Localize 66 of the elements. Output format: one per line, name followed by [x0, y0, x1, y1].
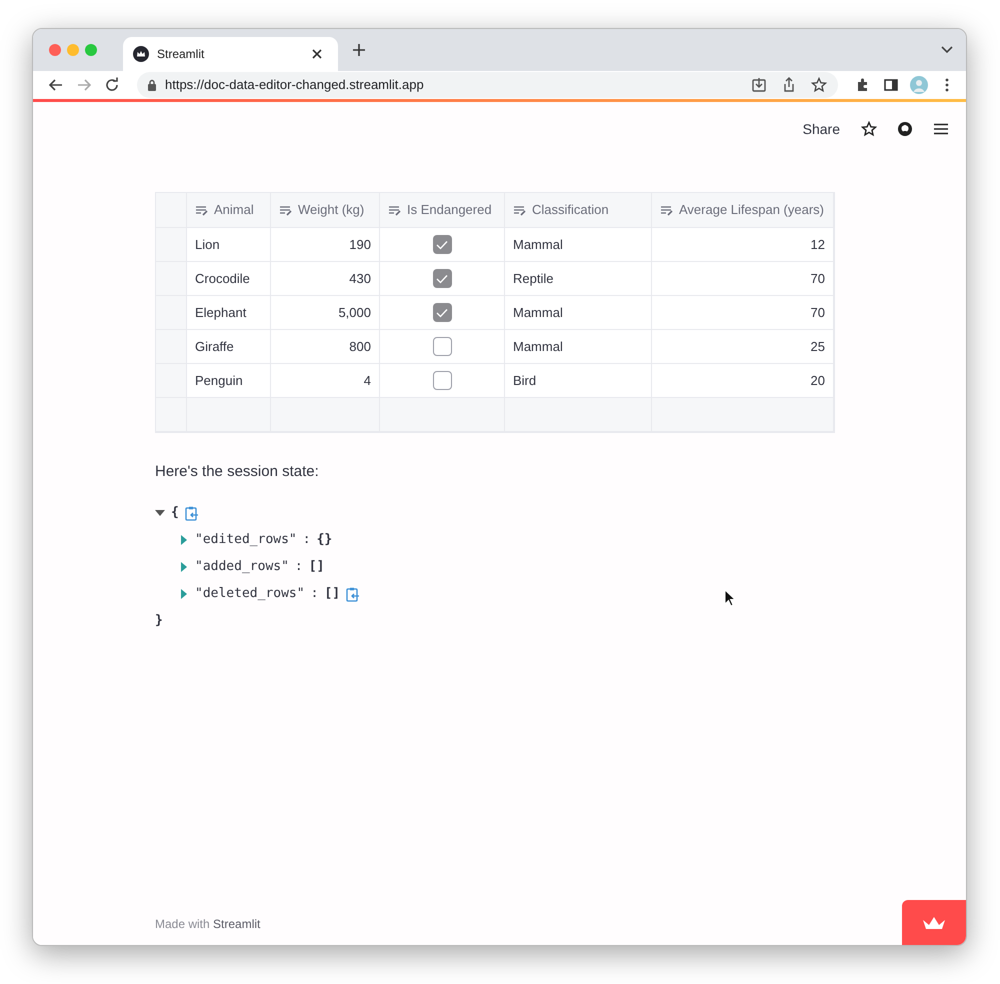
table-cell: Crocodile: [187, 262, 271, 296]
checkbox[interactable]: [432, 235, 452, 254]
checkbox[interactable]: [432, 371, 452, 390]
expand-triangle-icon[interactable]: [179, 589, 189, 599]
column-header[interactable]: Classification: [505, 193, 652, 228]
avatar-icon[interactable]: [908, 74, 930, 96]
table-cell: Lion: [187, 228, 271, 262]
table-cell: Mammal: [505, 228, 652, 262]
edit-column-icon: [660, 204, 673, 216]
json-colon: :: [302, 531, 311, 550]
edit-column-icon: [195, 204, 208, 216]
table-cell: 70: [652, 262, 834, 296]
json-brace: {: [171, 504, 179, 522]
table-cell: Reptile: [505, 262, 652, 296]
table-cell: 800: [271, 330, 380, 364]
table-cell: Mammal: [505, 296, 652, 330]
session-text: Here's the session state:: [155, 462, 320, 482]
footer-text: Made with Streamlit: [155, 916, 260, 933]
browser-tab[interactable]: Streamlit: [123, 37, 338, 71]
checkbox[interactable]: [432, 337, 452, 356]
json-key: "edited_rows": [195, 530, 297, 550]
clipboard-icon[interactable]: [346, 586, 360, 602]
clipboard-icon[interactable]: [184, 506, 199, 520]
json-brace: }: [155, 612, 163, 630]
url-text: https://doc-data-editor-changed.streamlit.app: [165, 76, 425, 94]
checkmark-icon: [436, 240, 448, 250]
column-header[interactable]: Is Endangered: [380, 193, 505, 228]
crown-button[interactable]: [902, 900, 966, 945]
close-window-button[interactable]: [49, 44, 61, 56]
expand-triangle-icon[interactable]: [179, 535, 189, 545]
table-cell: Elephant: [187, 296, 271, 330]
checkmark-icon: [436, 308, 448, 318]
collapse-triangle-icon[interactable]: [155, 508, 165, 518]
edit-column-icon: [279, 204, 292, 216]
table-cell: 430: [271, 262, 380, 296]
table-cell: Giraffe: [187, 330, 271, 364]
column-header[interactable]: Average Lifespan (years): [652, 193, 834, 228]
json-key: "deleted_rows": [195, 584, 305, 604]
table-cell: 5,000: [271, 296, 380, 330]
crown-logo-icon: [133, 46, 149, 62]
table-cell: 25: [652, 330, 834, 364]
mouse-pointer-icon: [724, 589, 736, 607]
table-cell: 190: [271, 228, 380, 262]
checkbox[interactable]: [432, 303, 452, 322]
table-cell: 70: [652, 296, 834, 330]
expand-triangle-icon[interactable]: [179, 562, 189, 572]
column-header[interactable]: Weight (kg): [271, 193, 380, 228]
json-value: []: [324, 585, 340, 604]
checkbox[interactable]: [432, 269, 452, 288]
json-colon: :: [294, 558, 303, 576]
edit-column-icon: [513, 204, 526, 216]
json-colon: :: [310, 585, 318, 604]
checkmark-icon: [436, 274, 448, 284]
tab-title: Streamlit: [157, 46, 206, 63]
share-button[interactable]: Share: [798, 118, 844, 140]
json-key: "added_rows": [195, 557, 289, 577]
maximize-window-button[interactable]: [85, 44, 97, 56]
json-value: []: [308, 558, 324, 576]
address-bar[interactable]: https://doc-data-editor-changed.streamlit.app: [137, 72, 838, 98]
edit-column-icon: [388, 204, 401, 216]
crown-icon: [922, 916, 946, 930]
lock-icon: [147, 79, 157, 91]
column-header[interactable]: Animal: [187, 193, 271, 228]
json-value: {}: [316, 531, 332, 550]
table-cell: 12: [652, 228, 834, 262]
table-cell: Mammal: [505, 330, 652, 364]
